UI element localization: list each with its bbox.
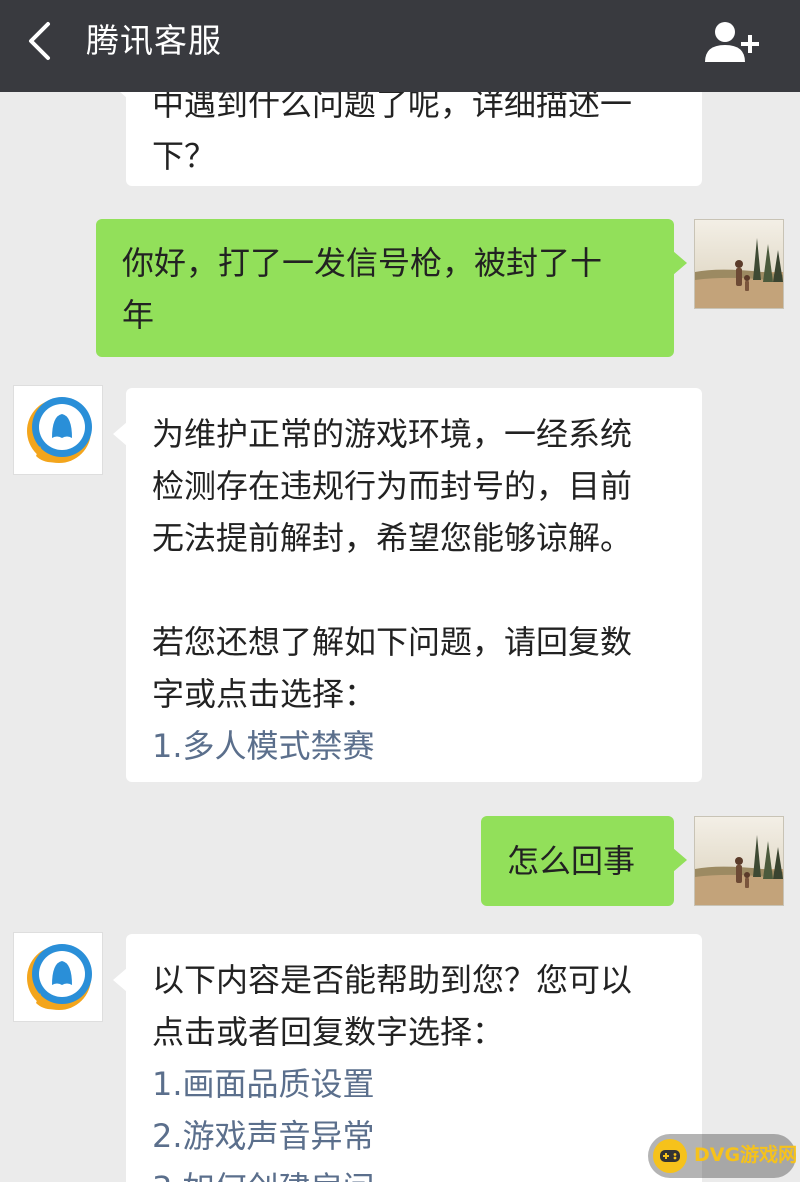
message-text: 无法提前解封，希望您能够谅解。	[152, 519, 633, 557]
user-photo-image	[695, 817, 783, 905]
add-user-button[interactable]	[704, 18, 766, 64]
message-text: 点击或者回复数字选择：	[152, 1013, 505, 1051]
message-bubble-bot: 为维护正常的游戏环境，一经系统 检测存在违规行为而封号的，目前 无法提前解封，希…	[113, 388, 702, 782]
message-text: 以下内容是否能帮助到您？您可以	[152, 961, 633, 999]
title-bar: 腾讯客服	[0, 0, 800, 92]
message-text: 你好，打了一发信号枪，被封了十	[122, 244, 603, 282]
option-link[interactable]: 3.如何创建房间	[152, 1162, 678, 1182]
message-bubble-user: 你好，打了一发信号枪，被封了十 年	[96, 219, 687, 357]
option-link[interactable]: 1.画面品质设置	[152, 1058, 678, 1110]
watermark-text: DVG游戏网	[694, 1144, 798, 1166]
user-avatar[interactable]	[694, 816, 784, 906]
message-text: 字或点击选择：	[152, 675, 377, 713]
chat-area[interactable]: 中遇到什么问题了呢，详细描述一 下？ 你好，打了一发信号枪，被封了十 年 为维护…	[0, 0, 800, 1182]
tencent-service-logo-icon	[27, 944, 92, 1010]
chevron-left-icon	[29, 22, 50, 60]
gamepad-logo-icon	[653, 1139, 687, 1173]
user-avatar[interactable]	[694, 219, 784, 309]
option-link[interactable]: 2.游戏声音异常	[152, 1110, 678, 1162]
tencent-service-logo-icon	[27, 397, 92, 463]
message-text: 为维护正常的游戏环境，一经系统	[152, 415, 633, 453]
message-bubble-bot: 以下内容是否能帮助到您？您可以 点击或者回复数字选择： 1.画面品质设置 2.游…	[113, 934, 702, 1182]
message-text: 检测存在违规行为而封号的，目前	[152, 467, 633, 505]
option-link[interactable]: 1.多人模式禁赛	[152, 720, 678, 772]
message-text: 年	[122, 296, 155, 334]
bot-avatar[interactable]	[13, 385, 103, 475]
bot-avatar[interactable]	[13, 932, 103, 1022]
chat-screen: 中遇到什么问题了呢，详细描述一 下？ 你好，打了一发信号枪，被封了十 年 为维护…	[0, 0, 800, 1182]
add-user-icon	[705, 22, 759, 62]
site-watermark: DVG游戏网	[648, 1134, 798, 1178]
user-photo-image	[695, 220, 783, 308]
message-text: 若您还想了解如下问题，请回复数	[152, 623, 633, 661]
message-text: 怎么回事	[507, 842, 636, 880]
back-button[interactable]	[18, 18, 64, 64]
message-bubble-user: 怎么回事	[481, 816, 687, 906]
page-title: 腾讯客服	[86, 21, 222, 60]
message-text: 下？	[152, 137, 217, 175]
